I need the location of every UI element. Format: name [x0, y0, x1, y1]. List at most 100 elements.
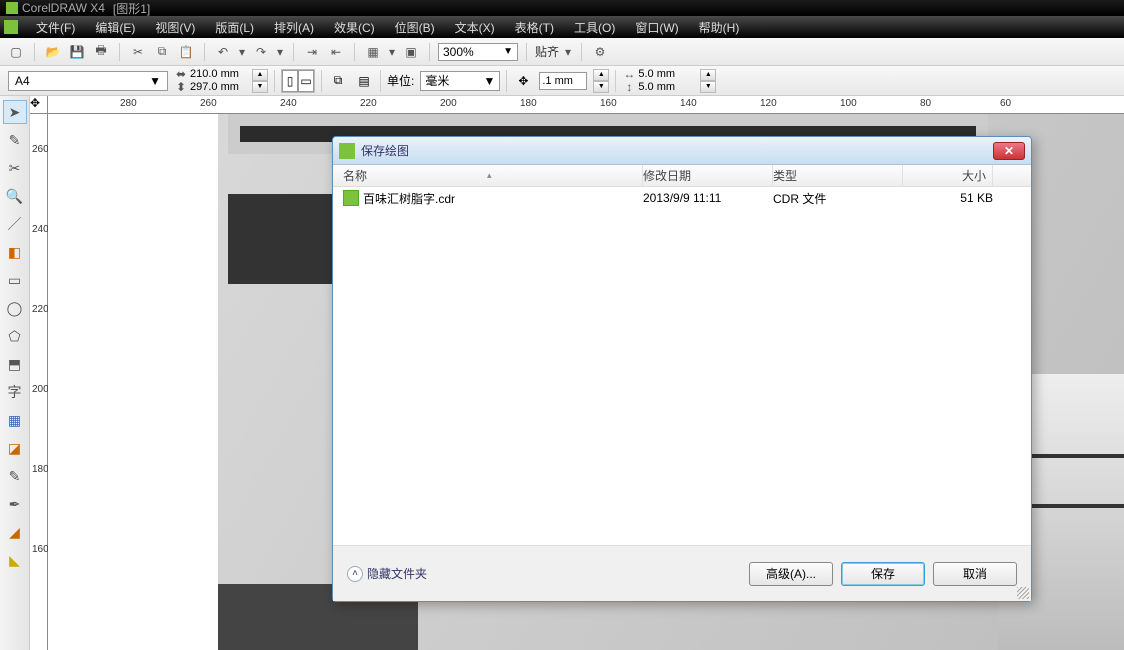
file-date: 2013/9/9 11:11 — [643, 191, 773, 205]
paper-size-combo[interactable]: A4 ▼ — [8, 71, 168, 91]
eyedropper-tool[interactable]: ✎ — [3, 464, 27, 488]
column-name[interactable]: 名称▴ — [343, 165, 643, 186]
menu-help[interactable]: 帮助(H) — [689, 17, 750, 38]
dup-x-input[interactable]: 5.0 mm — [638, 68, 694, 80]
dup-y-input[interactable]: 5.0 mm — [638, 81, 694, 93]
snap-label: 贴齐 — [535, 43, 559, 60]
menu-view[interactable]: 视图(V) — [145, 17, 205, 38]
redo-button[interactable]: ↷ — [251, 42, 271, 62]
page-apply-current-button[interactable]: ▤ — [354, 71, 374, 91]
cut-button[interactable]: ✂ — [128, 42, 148, 62]
hide-folders-label: 隐藏文件夹 — [367, 565, 427, 582]
menu-window[interactable]: 窗口(W) — [625, 17, 688, 38]
outline-tool[interactable]: ✒ — [3, 492, 27, 516]
file-type: CDR 文件 — [773, 190, 903, 207]
menu-table[interactable]: 表格(T) — [505, 17, 564, 38]
app-title-bar: CorelDRAW X4 [图形1] — [0, 0, 1124, 16]
crop-tool[interactable]: ✂ — [3, 156, 27, 180]
landscape-button[interactable]: ▭ — [298, 70, 314, 92]
file-list[interactable]: 百味汇树脂字.cdr 2013/9/9 11:11 CDR 文件 51 KB — [333, 187, 1031, 543]
hide-folders-toggle[interactable]: ˄ 隐藏文件夹 — [347, 565, 427, 582]
zoom-level-combo[interactable]: 300% ▼ — [438, 43, 518, 61]
page-height-input[interactable]: 297.0 mm — [190, 81, 246, 93]
smart-fill-tool[interactable]: ◧ — [3, 240, 27, 264]
redo-dropdown[interactable]: ▾ — [275, 42, 285, 62]
portrait-button[interactable]: ▯ — [282, 70, 298, 92]
column-type[interactable]: 类型 — [773, 165, 903, 186]
text-tool[interactable]: 字 — [3, 380, 27, 404]
save-dialog: 保存绘图 ✕ 名称▴ 修改日期 类型 大小 百味汇树脂字.cdr 2013/9/… — [332, 136, 1032, 602]
menu-arrange[interactable]: 排列(A) — [264, 17, 324, 38]
column-date[interactable]: 修改日期 — [643, 165, 773, 186]
height-icon: ⬍ — [174, 81, 188, 93]
document-name: [图形1] — [113, 0, 150, 17]
zoom-value: 300% — [443, 45, 474, 59]
units-value: 毫米 — [425, 72, 449, 89]
file-name: 百味汇树脂字.cdr — [363, 190, 643, 207]
app-launcher-button[interactable]: ▦ — [363, 42, 383, 62]
zoom-tool[interactable]: 🔍 — [3, 184, 27, 208]
menu-text[interactable]: 文本(X) — [445, 17, 505, 38]
resize-grip[interactable] — [1017, 587, 1029, 599]
open-button[interactable]: 📂 — [43, 42, 63, 62]
rectangle-tool[interactable]: ▭ — [3, 268, 27, 292]
cancel-button[interactable]: 取消 — [933, 562, 1017, 586]
menu-edit[interactable]: 编辑(E) — [85, 17, 145, 38]
interactive-blend-tool[interactable]: ◪ — [3, 436, 27, 460]
width-icon: ⬌ — [174, 68, 188, 80]
dialog-title-bar[interactable]: 保存绘图 ✕ — [333, 137, 1031, 165]
ruler-origin[interactable]: ✥ — [30, 96, 48, 114]
units-combo[interactable]: 毫米 ▼ — [420, 71, 500, 91]
interactive-fill-tool[interactable]: ◣ — [3, 548, 27, 572]
menu-file[interactable]: 文件(F) — [26, 17, 85, 38]
page-width-input[interactable]: 210.0 mm — [190, 68, 246, 80]
file-row[interactable]: 百味汇树脂字.cdr 2013/9/9 11:11 CDR 文件 51 KB — [333, 187, 1031, 209]
new-button[interactable]: ▢ — [6, 42, 26, 62]
close-button[interactable]: ✕ — [993, 142, 1025, 160]
basic-shapes-tool[interactable]: ⬒ — [3, 352, 27, 376]
app-title: CorelDRAW X4 — [22, 1, 105, 15]
menu-tools[interactable]: 工具(O) — [564, 17, 625, 38]
advanced-button[interactable]: 高级(A)... — [749, 562, 833, 586]
duplicate-distance: ↔ 5.0 mm ↕ 5.0 mm — [622, 68, 694, 93]
export-button[interactable]: ⇤ — [326, 42, 346, 62]
column-size[interactable]: 大小 — [903, 165, 993, 186]
cdr-file-icon — [343, 190, 359, 206]
app-launcher-dropdown[interactable]: ▾ — [387, 42, 397, 62]
snap-dropdown[interactable]: ▾ — [563, 42, 573, 62]
polygon-tool[interactable]: ⬠ — [3, 324, 27, 348]
menu-bitmaps[interactable]: 位图(B) — [385, 17, 445, 38]
menu-effects[interactable]: 效果(C) — [324, 17, 385, 38]
undo-button[interactable]: ↶ — [213, 42, 233, 62]
ellipse-tool[interactable]: ◯ — [3, 296, 27, 320]
welcome-screen-button[interactable]: ▣ — [401, 42, 421, 62]
menu-layout[interactable]: 版面(L) — [205, 17, 264, 38]
dup-spinner[interactable]: ▲▼ — [700, 69, 716, 93]
freehand-tool[interactable]: ／ — [3, 212, 27, 236]
toolbox: ➤ ✎ ✂ 🔍 ／ ◧ ▭ ◯ ⬠ ⬒ 字 ▦ ◪ ✎ ✒ ◢ ◣ — [0, 96, 30, 650]
sort-arrow-icon: ▴ — [487, 170, 492, 181]
nudge-icon: ✥ — [513, 71, 533, 91]
paste-button[interactable]: 📋 — [176, 42, 196, 62]
page-dimensions: ⬌ 210.0 mm ⬍ 297.0 mm — [174, 68, 246, 93]
undo-dropdown[interactable]: ▾ — [237, 42, 247, 62]
page-apply-all-button[interactable]: ⧉ — [328, 71, 348, 91]
fill-tool[interactable]: ◢ — [3, 520, 27, 544]
nudge-distance-input[interactable] — [539, 72, 587, 90]
page-dim-spinner[interactable]: ▲▼ — [252, 69, 268, 93]
options-button[interactable]: ⚙ — [590, 42, 610, 62]
save-button[interactable]: 保存 — [841, 562, 925, 586]
table-tool[interactable]: ▦ — [3, 408, 27, 432]
save-button[interactable]: 💾 — [67, 42, 87, 62]
copy-button[interactable]: ⧉ — [152, 42, 172, 62]
pick-tool[interactable]: ➤ — [3, 100, 27, 124]
horizontal-ruler[interactable]: 280 260 240 220 200 180 160 140 120 100 … — [30, 96, 1124, 114]
nudge-spinner[interactable]: ▲▼ — [593, 69, 609, 93]
property-bar: A4 ▼ ⬌ 210.0 mm ⬍ 297.0 mm ▲▼ ▯ ▭ ⧉ ▤ 单位… — [0, 66, 1124, 96]
print-button[interactable]: 🖶 — [91, 42, 111, 62]
shape-tool[interactable]: ✎ — [3, 128, 27, 152]
file-size: 51 KB — [903, 191, 993, 205]
vertical-ruler[interactable]: 260 240 220 200 180 160 — [30, 114, 48, 650]
dup-x-icon: ↔ — [622, 68, 636, 80]
import-button[interactable]: ⇥ — [302, 42, 322, 62]
